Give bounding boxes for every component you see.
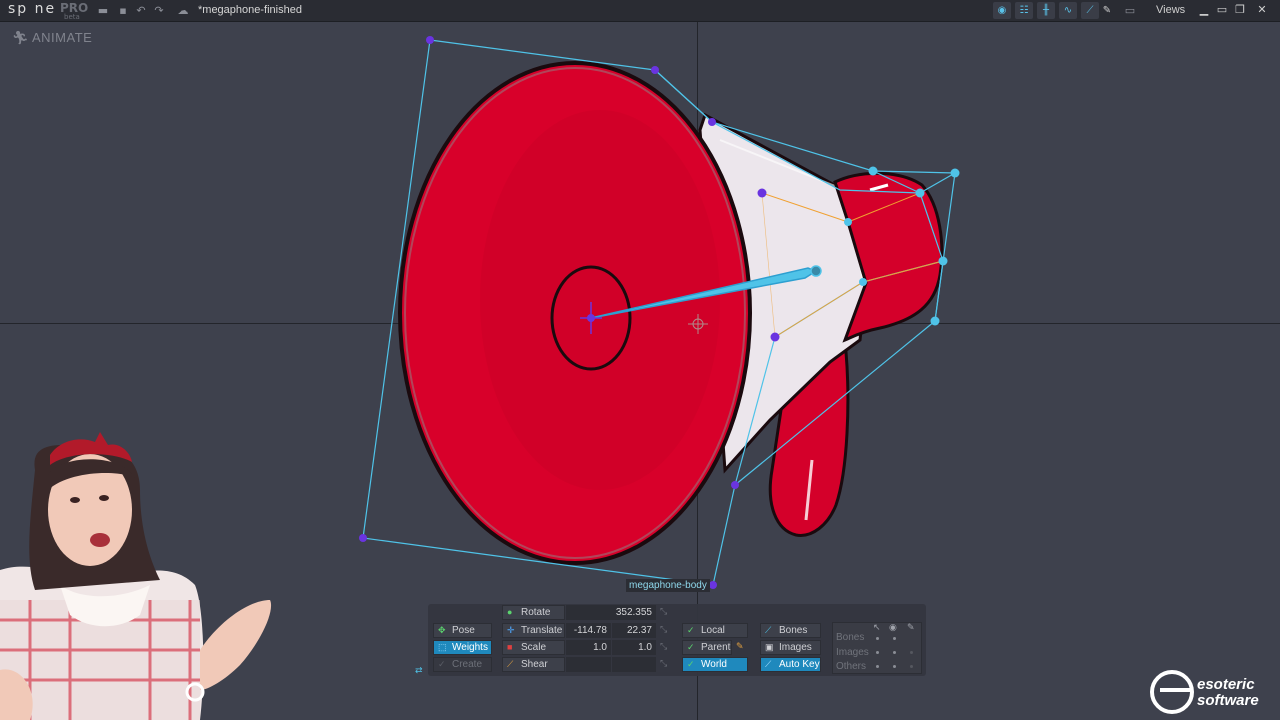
create-tool-button[interactable]: ✓ Create (433, 657, 492, 672)
shear-tool-button[interactable]: ⟋ Shear (502, 657, 565, 672)
rotate-key-icon[interactable]: ⤡ (660, 605, 670, 620)
autokey-label: Auto Key (779, 659, 820, 670)
select-toggle-icon[interactable]: ↖ (873, 621, 883, 636)
bone-tip (810, 265, 822, 277)
weights-icon: ⬚ (438, 642, 447, 652)
esoteric-logo-mark (1150, 670, 1194, 714)
create-icon: ✓ (438, 659, 446, 669)
bones-label: Bones (779, 625, 808, 636)
shear-key-icon[interactable]: ⤡ (660, 657, 670, 672)
pose-tool-button[interactable]: ✥ Pose (433, 623, 492, 638)
local-label: Local (701, 625, 725, 636)
vis-dot[interactable] (893, 637, 896, 640)
attachment-name-tooltip: megaphone-body (626, 579, 710, 592)
vis-dot[interactable] (893, 665, 896, 668)
translate-tool-button[interactable]: ✛ Translate (502, 623, 565, 638)
vis-row-images: Images (836, 647, 869, 658)
vis-dot[interactable] (910, 665, 913, 668)
axis-parent-button[interactable]: ✓ Parent (682, 640, 732, 655)
images-label: Images (779, 642, 812, 653)
rotate-value-field[interactable]: 352.355 (566, 605, 656, 620)
pose-icon: ✥ (438, 625, 446, 635)
axis-world-button[interactable]: ✓ World (682, 657, 748, 672)
brand-line-1: esoteric (1197, 676, 1255, 693)
translate-label: Translate (521, 625, 563, 636)
vis-dot[interactable] (876, 665, 879, 668)
spine-editor-window: sp ne PRO beta ▬ ▪ ↶ ↷ ☁ *megaphone-fini… (0, 0, 1280, 720)
vis-row-others: Others (836, 661, 867, 672)
visible-toggle-icon[interactable]: ◉ (889, 621, 899, 636)
translate-icon: ✛ (507, 625, 515, 635)
shear-x-field[interactable] (566, 657, 611, 672)
axis-local-button[interactable]: ✓ Local (682, 623, 748, 638)
swap-icon[interactable]: ⇄ (415, 664, 425, 679)
rotate-tool-button[interactable]: ● Rotate (502, 605, 565, 620)
scale-tool-button[interactable]: ■ Scale (502, 640, 565, 655)
autokey-icon: ⟋ (765, 659, 772, 669)
auto-key-button[interactable]: ⟋ Auto Key (760, 657, 821, 672)
vis-dot[interactable] (893, 651, 896, 654)
vis-dot[interactable] (910, 651, 913, 654)
names-toggle-icon[interactable]: ✎ (907, 621, 917, 636)
parent-axis-icon: ✓ (687, 642, 695, 652)
translate-key-icon[interactable]: ⤡ (660, 623, 670, 638)
translate-y-field[interactable]: 22.37 (612, 623, 656, 638)
world-label: World (701, 659, 727, 670)
compensate-images-button[interactable]: ▣ Images (760, 640, 821, 655)
rotate-icon: ● (507, 607, 513, 617)
brand-line-2: software (1197, 692, 1259, 709)
vis-dot[interactable] (876, 651, 879, 654)
rotate-label: Rotate (521, 607, 551, 618)
shear-icon: ⟋ (507, 659, 514, 669)
pose-label: Pose (452, 625, 475, 636)
compensate-bones-button[interactable]: ⟋ Bones (760, 623, 821, 638)
presenter-video-overlay (0, 432, 272, 720)
parent-label: Parent (701, 642, 731, 653)
bones-icon: ⟋ (765, 625, 772, 635)
vis-row-bones: Bones (836, 632, 865, 643)
weights-label: Weights (452, 642, 488, 653)
scale-key-icon[interactable]: ⤡ (660, 640, 670, 655)
scale-icon: ■ (507, 642, 513, 652)
weights-tool-button[interactable]: ⬚ Weights (433, 640, 492, 655)
scale-x-field[interactable]: 1.0 (566, 640, 611, 655)
shear-y-field[interactable] (612, 657, 656, 672)
parent-pick-icon[interactable]: ✎ (736, 640, 746, 655)
vis-dot[interactable] (876, 637, 879, 640)
world-axis-icon: ✓ (687, 659, 695, 669)
local-axis-icon: ✓ (687, 625, 695, 635)
create-label: Create (452, 659, 483, 670)
shear-label: Shear (521, 659, 548, 670)
scale-label: Scale (521, 642, 547, 653)
images-icon: ▣ (765, 642, 774, 652)
scale-y-field[interactable]: 1.0 (612, 640, 656, 655)
translate-x-field[interactable]: -114.78 (566, 623, 611, 638)
